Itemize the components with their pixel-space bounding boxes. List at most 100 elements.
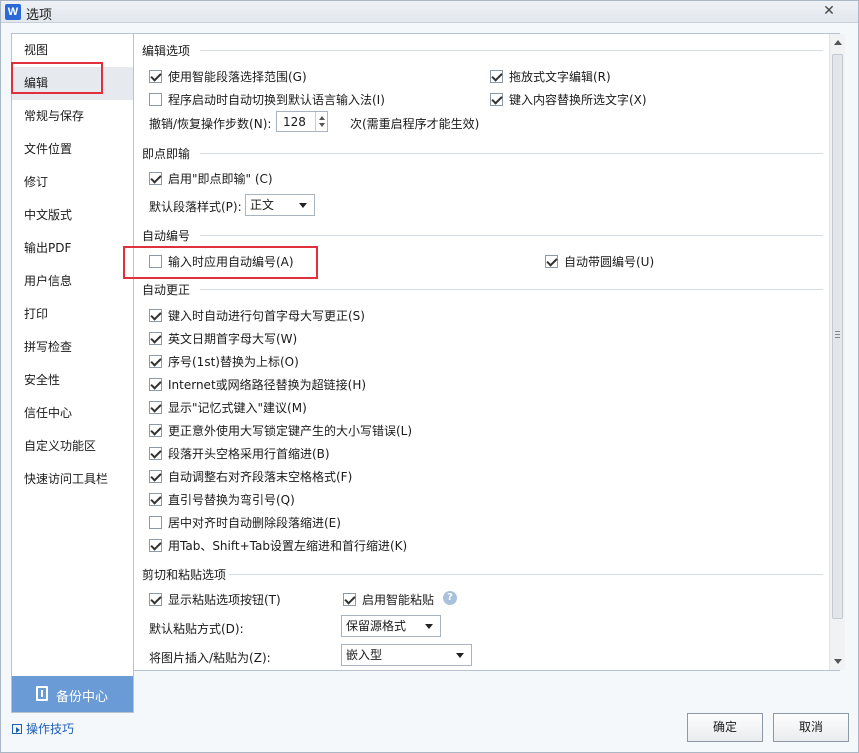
para-style-value: 正文 — [250, 198, 275, 212]
autocorrect-label: 英文日期首字母大写(W) — [168, 332, 298, 346]
typing-replace-option[interactable]: 键入内容替换所选文字(X) — [490, 91, 647, 108]
drag-drop-checkbox[interactable] — [490, 70, 503, 83]
show-paste-button-checkbox[interactable] — [149, 593, 162, 606]
drag-drop-option[interactable]: 拖放式文字编辑(R) — [490, 68, 611, 85]
smart-select-option[interactable]: 使用智能段落选择范围(G) — [149, 68, 307, 85]
default-paste-select[interactable]: 保留源格式 — [341, 615, 441, 637]
auto-ime-option[interactable]: 程序启动时自动切换到默认语言输入法(I) — [149, 91, 385, 108]
autocorrect-option[interactable]: 序号(1st)替换为上标(O) — [149, 353, 299, 370]
sidebar-item-user-info[interactable]: 用户信息 — [12, 265, 133, 298]
auto-ime-label: 程序启动时自动切换到默认语言输入法(I) — [168, 93, 385, 107]
cancel-button[interactable]: 取消 — [773, 713, 849, 742]
highlight-box-edit — [11, 62, 103, 94]
ok-button[interactable]: 确定 — [687, 713, 763, 742]
autocorrect-checkbox[interactable] — [149, 424, 162, 437]
content-scrollbar[interactable] — [829, 34, 845, 670]
scroll-up-icon[interactable] — [834, 40, 842, 45]
spin-up-icon[interactable] — [319, 116, 325, 120]
sidebar-item-chinese-layout[interactable]: 中文版式 — [12, 199, 133, 232]
backup-icon — [36, 686, 48, 701]
sidebar-item-spell-check[interactable]: 拼写检查 — [12, 331, 133, 364]
undo-steps-spinner[interactable]: 128 — [276, 111, 328, 132]
typing-replace-label: 键入内容替换所选文字(X) — [509, 93, 647, 107]
click-and-type-option[interactable]: 启用"即点即输" (C) — [149, 170, 273, 187]
help-icon[interactable]: ? — [443, 591, 457, 605]
section-title-autocorrect: 自动更正 — [142, 283, 191, 297]
autocorrect-checkbox[interactable] — [149, 539, 162, 552]
sidebar-item-print[interactable]: 打印 — [12, 298, 133, 331]
highlight-box-auto-numbering — [123, 246, 318, 279]
smart-paste-option[interactable]: 启用智能粘贴 — [343, 591, 434, 608]
section-divider — [200, 50, 823, 51]
spin-down-icon[interactable] — [319, 123, 325, 127]
autocorrect-option[interactable]: 显示"记忆式键入"建议(M) — [149, 399, 307, 416]
circled-numbering-option[interactable]: 自动带圆编号(U) — [545, 253, 654, 270]
circled-numbering-checkbox[interactable] — [545, 255, 558, 268]
autocorrect-checkbox[interactable] — [149, 470, 162, 483]
para-style-select[interactable]: 正文 — [245, 194, 315, 216]
autocorrect-label: 用Tab、Shift+Tab设置左缩进和首行缩进(K) — [168, 539, 408, 553]
sidebar-item-trust-center[interactable]: 信任中心 — [12, 397, 133, 430]
default-paste-label: 默认粘贴方式(D): — [149, 622, 244, 636]
image-insert-select[interactable]: 嵌入型 — [341, 644, 472, 666]
autocorrect-checkbox[interactable] — [149, 309, 162, 322]
autocorrect-checkbox[interactable] — [149, 447, 162, 460]
autocorrect-option[interactable]: 英文日期首字母大写(W) — [149, 330, 297, 347]
autocorrect-checkbox[interactable] — [149, 378, 162, 391]
autocorrect-option[interactable]: 居中对齐时自动删除段落缩进(E) — [149, 514, 341, 531]
tips-link[interactable]: 操作技巧 — [12, 720, 74, 737]
grip-icon — [835, 331, 840, 332]
auto-ime-checkbox[interactable] — [149, 93, 162, 106]
click-and-type-checkbox[interactable] — [149, 172, 162, 185]
scroll-thumb[interactable] — [832, 54, 843, 619]
options-dialog: W 选项 ✕ 视图 编辑 常规与保存 文件位置 修订 中文版式 输出PDF 用户… — [0, 0, 859, 753]
undo-steps-value: 128 — [283, 115, 306, 129]
autocorrect-option[interactable]: 段落开头空格采用行首缩进(B) — [149, 445, 330, 462]
options-sidebar: 视图 编辑 常规与保存 文件位置 修订 中文版式 输出PDF 用户信息 打印 拼… — [11, 33, 134, 713]
sidebar-item-quick-access-toolbar[interactable]: 快速访问工具栏 — [12, 463, 133, 496]
smart-select-checkbox[interactable] — [149, 70, 162, 83]
undo-steps-suffix: 次(需重启程序才能生效) — [350, 117, 480, 131]
autocorrect-label: 段落开头空格采用行首缩进(B) — [168, 447, 330, 461]
autocorrect-label: 直引号替换为弯引号(Q) — [168, 493, 295, 507]
title-bar: W 选项 ✕ — [1, 1, 858, 23]
section-title-click-and-type: 即点即输 — [142, 147, 191, 161]
autocorrect-checkbox[interactable] — [149, 516, 162, 529]
section-title-paste: 剪切和粘贴选项 — [142, 568, 227, 582]
sidebar-item-export-pdf[interactable]: 输出PDF — [12, 232, 133, 265]
autocorrect-option[interactable]: 自动调整右对齐段落末空格格式(F) — [149, 468, 352, 485]
smart-select-label: 使用智能段落选择范围(G) — [168, 70, 307, 84]
autocorrect-option[interactable]: 用Tab、Shift+Tab设置左缩进和首行缩进(K) — [149, 537, 407, 554]
sidebar-item-security[interactable]: 安全性 — [12, 364, 133, 397]
autocorrect-label: 居中对齐时自动删除段落缩进(E) — [168, 516, 341, 530]
backup-center-label: 备份中心 — [56, 690, 109, 705]
autocorrect-checkbox[interactable] — [149, 493, 162, 506]
smart-paste-checkbox[interactable] — [343, 593, 356, 606]
sidebar-item-revision[interactable]: 修订 — [12, 166, 133, 199]
sidebar-item-customize-ribbon[interactable]: 自定义功能区 — [12, 430, 133, 463]
spinner-arrows[interactable] — [315, 112, 327, 131]
autocorrect-option[interactable]: 更正意外使用大写锁定键产生的大小写错误(L) — [149, 422, 412, 439]
close-button[interactable]: ✕ — [818, 2, 840, 20]
wps-writer-icon: W — [5, 4, 21, 20]
tips-label: 操作技巧 — [26, 722, 75, 736]
sidebar-item-file-location[interactable]: 文件位置 — [12, 133, 133, 166]
section-divider — [200, 153, 823, 154]
autocorrect-checkbox[interactable] — [149, 332, 162, 345]
autocorrect-checkbox[interactable] — [149, 401, 162, 414]
section-title-edit-options: 编辑选项 — [142, 44, 191, 58]
sidebar-item-general-save[interactable]: 常规与保存 — [12, 100, 133, 133]
section-divider — [200, 289, 823, 290]
autocorrect-label: 自动调整右对齐段落末空格格式(F) — [168, 470, 353, 484]
click-and-type-label: 启用"即点即输" (C) — [168, 172, 273, 186]
backup-center-button[interactable]: 备份中心 — [12, 676, 133, 712]
scroll-down-icon[interactable] — [834, 659, 842, 664]
autocorrect-option[interactable]: 键入时自动进行句首字母大写更正(S) — [149, 307, 365, 324]
typing-replace-checkbox[interactable] — [490, 93, 503, 106]
show-paste-button-option[interactable]: 显示粘贴选项按钮(T) — [149, 591, 281, 608]
autocorrect-option[interactable]: Internet或网络路径替换为超链接(H) — [149, 376, 366, 393]
image-insert-label: 将图片插入/粘贴为(Z): — [149, 651, 271, 665]
autocorrect-label: 键入时自动进行句首字母大写更正(S) — [168, 309, 365, 323]
autocorrect-option[interactable]: 直引号替换为弯引号(Q) — [149, 491, 295, 508]
autocorrect-checkbox[interactable] — [149, 355, 162, 368]
